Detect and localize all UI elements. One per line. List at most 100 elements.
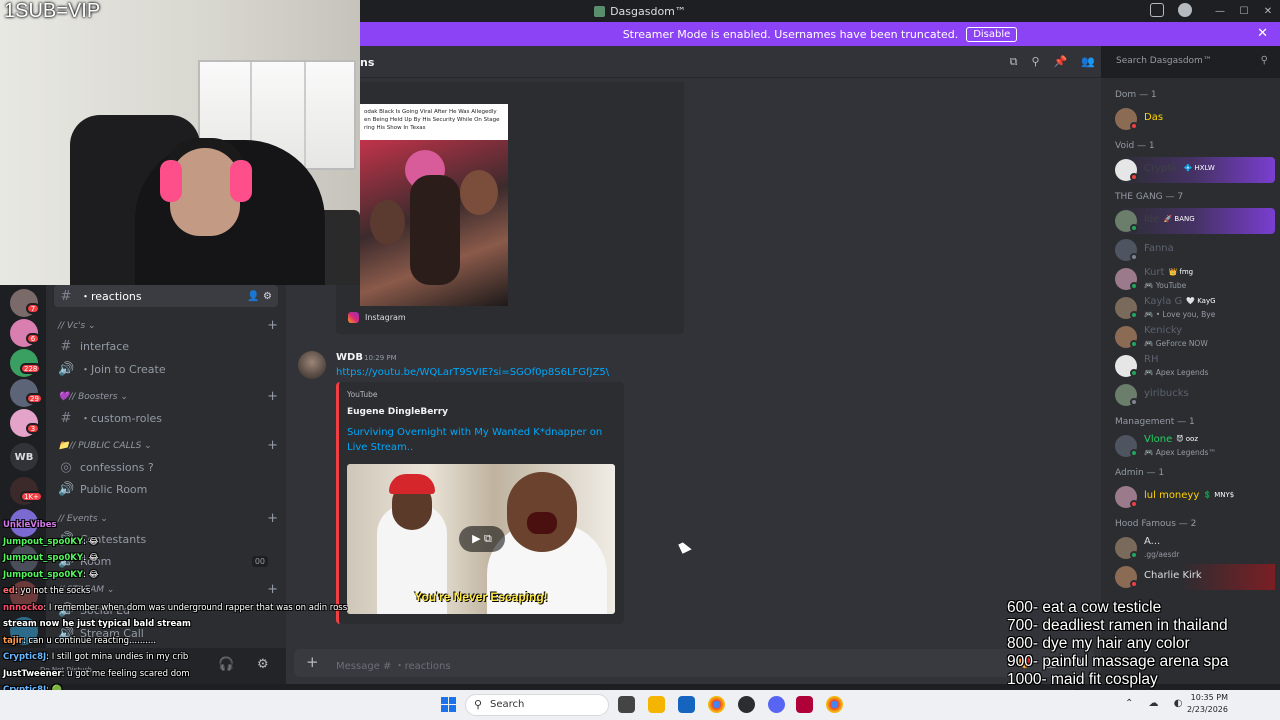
member-item[interactable]: Kayla G 🤍 KayG 🎮 • Love you, Bye — [1115, 295, 1275, 321]
category-label: 💜// Boosters ⌄ — [58, 392, 128, 402]
add-channel-icon[interactable]: + — [267, 511, 278, 526]
member-item[interactable]: RH 🎮 Apex Legends — [1115, 353, 1275, 379]
search-icon: ⚲ — [474, 698, 483, 711]
member-name: Das — [1144, 112, 1163, 123]
discord-icon[interactable] — [768, 696, 785, 713]
clock[interactable]: 10:35 PM 2/23/2026 — [1187, 692, 1228, 716]
message-author[interactable]: WDB — [336, 352, 363, 363]
channel-item[interactable]: # ・custom-roles — [58, 407, 278, 429]
member-item[interactable]: yiribucks — [1115, 382, 1275, 408]
video-thumbnail[interactable]: ▶ ⧉ You're Never Escaping! — [347, 464, 615, 614]
play-icon[interactable]: ▶ ⧉ — [459, 526, 505, 552]
add-channel-icon[interactable]: + — [267, 389, 278, 404]
channel-item[interactable]: ◎ confessions ? — [58, 456, 278, 478]
threads-icon[interactable]: ⧉ — [1010, 55, 1018, 69]
add-channel-icon[interactable]: + — [267, 582, 278, 597]
message-composer[interactable]: + Message # ・reactions 🎁 ▦ ☺ — [294, 649, 1094, 677]
status-indicator — [1130, 500, 1138, 508]
member-name-text: Das — [1144, 112, 1164, 123]
message-input[interactable]: Message # ・reactions — [336, 657, 451, 672]
channel-label: interface — [80, 339, 130, 353]
start-button[interactable] — [441, 697, 456, 712]
inbox-icon[interactable] — [1150, 3, 1164, 17]
banner-close-icon[interactable]: ✕ — [1257, 26, 1268, 41]
maximize-button[interactable]: ☐ — [1232, 0, 1256, 22]
member-name: yiribucks — [1144, 388, 1189, 399]
channel-item[interactable]: 🔊 Public Room — [58, 478, 278, 500]
headphones-icon[interactable]: 🎧 — [218, 657, 234, 672]
task-view-icon[interactable] — [618, 696, 635, 713]
store-icon[interactable] — [678, 696, 695, 713]
status-indicator — [1130, 369, 1138, 377]
disable-streamer-mode-button[interactable]: Disable — [966, 26, 1018, 42]
pin-icon[interactable]: 📌 — [1054, 55, 1068, 69]
windows-taskbar: ⚲ Search ⌃ ☁ ◐ 10:35 PM 2/23/2026 — [0, 690, 1280, 720]
embed-image[interactable] — [360, 140, 508, 306]
channel-category[interactable]: // STREAM ⌄ + — [58, 582, 278, 597]
avatar[interactable] — [298, 351, 326, 379]
taskbar-search[interactable]: ⚲ Search — [465, 694, 609, 716]
mute-icon[interactable]: ⚲ — [1032, 55, 1040, 69]
search-input[interactable]: Search Dasgasdom™ ⚲ — [1110, 52, 1274, 72]
chat-message: Jumpout_spo0KY: 😂 — [3, 537, 99, 547]
member-item[interactable]: A... .gg/aesdr — [1115, 535, 1275, 561]
chrome-icon[interactable] — [826, 696, 843, 713]
add-channel-icon[interactable]: + — [267, 318, 278, 333]
channel-settings-icon[interactable]: 👤 ⚙ — [247, 291, 272, 302]
channel-item[interactable]: # interface — [58, 335, 278, 357]
chat-username: UnkleVibes — [3, 520, 57, 530]
chat-username: stream now he just typical bald stream — [3, 619, 191, 629]
member-name-text: A... — [1144, 536, 1161, 547]
status-indicator — [1130, 173, 1138, 181]
close-button[interactable]: ✕ — [1256, 0, 1280, 22]
user-count: 00 — [251, 555, 268, 567]
embed-title[interactable]: Surviving Overnight with My Wanted K*dna… — [347, 425, 617, 455]
member-item[interactable]: Vlone 😈 ooz 🎮 Apex Legends™ — [1115, 433, 1275, 459]
member-tag: 🚀 BANG — [1163, 215, 1195, 223]
chrome-icon[interactable] — [708, 696, 725, 713]
instagram-embed[interactable]: odak Black Is Going Viral After He Was A… — [336, 82, 684, 334]
goal-item: 600- eat a cow testicle — [1007, 599, 1162, 616]
attach-plus-icon[interactable]: + — [306, 653, 319, 671]
add-channel-icon[interactable]: + — [267, 438, 278, 453]
obs-icon[interactable] — [738, 696, 755, 713]
member-item[interactable]: Charlie Kirk — [1115, 564, 1275, 590]
category-label: // Events ⌄ — [58, 514, 108, 524]
clock-time: 10:35 PM — [1190, 693, 1228, 702]
embed-source: Instagram — [348, 312, 406, 323]
member-name: Vlone 😈 ooz — [1144, 434, 1198, 445]
channel-item[interactable]: 🔊 ・Join to Create — [58, 358, 278, 380]
banner-text: Streamer Mode is enabled. Usernames have… — [622, 27, 959, 41]
chat-username: nnnocko — [3, 602, 44, 613]
member-item[interactable]: Ide 🚀 BANG — [1115, 208, 1275, 234]
member-activity: .gg/aesdr — [1144, 550, 1180, 559]
member-item[interactable]: Kurt 👑 fmg 🎮 YouTube — [1115, 266, 1275, 292]
member-item[interactable]: lul moneyy 💲 MNY$ — [1115, 484, 1275, 510]
speaker-icon: 🔊 — [58, 361, 75, 377]
member-activity: 🎮 YouTube — [1144, 281, 1187, 290]
settings-gear-icon[interactable]: ⚙ — [257, 657, 269, 672]
channel-item[interactable]: # ・reactions 👤 ⚙ — [54, 285, 278, 307]
member-item[interactable]: Fanna — [1115, 237, 1275, 263]
member-item[interactable]: Cryptic 💠 HXLW — [1115, 157, 1275, 183]
member-group-header: Hood Famous — 2 — [1115, 519, 1197, 529]
minimize-button[interactable]: — — [1208, 0, 1232, 22]
message-link[interactable]: https://youtu.be/WQLarT9SVIE?si=SGOf0p8S… — [336, 367, 609, 378]
member-item[interactable]: Kenicky 🎮 GeForce NOW — [1115, 324, 1275, 350]
embed-author[interactable]: Eugene DingleBerry — [347, 407, 448, 417]
server-wb[interactable]: WB — [10, 443, 38, 471]
chat-text: : u got me feeling scared dom — [61, 668, 190, 679]
status-indicator — [1130, 449, 1138, 457]
tray-icons[interactable]: ⌃ ☁ ◐ — [1125, 698, 1188, 709]
help-icon[interactable] — [1178, 3, 1192, 17]
channel-category[interactable]: // Vc's ⌄ + — [58, 318, 278, 333]
adobe-icon[interactable] — [796, 696, 813, 713]
channel-category[interactable]: 📁// PUBLIC CALLS ⌄ + — [58, 438, 278, 453]
webcam-overlay — [0, 0, 360, 285]
file-explorer-icon[interactable] — [648, 696, 665, 713]
member-item[interactable]: Das — [1115, 106, 1275, 132]
member-activity: 🎮 • Love you, Bye — [1144, 310, 1216, 319]
channel-category[interactable]: 💜// Boosters ⌄ + — [58, 389, 278, 404]
channel-category[interactable]: // Events ⌄ + — [58, 511, 278, 526]
member-list-icon[interactable]: 👥 — [1081, 55, 1095, 69]
